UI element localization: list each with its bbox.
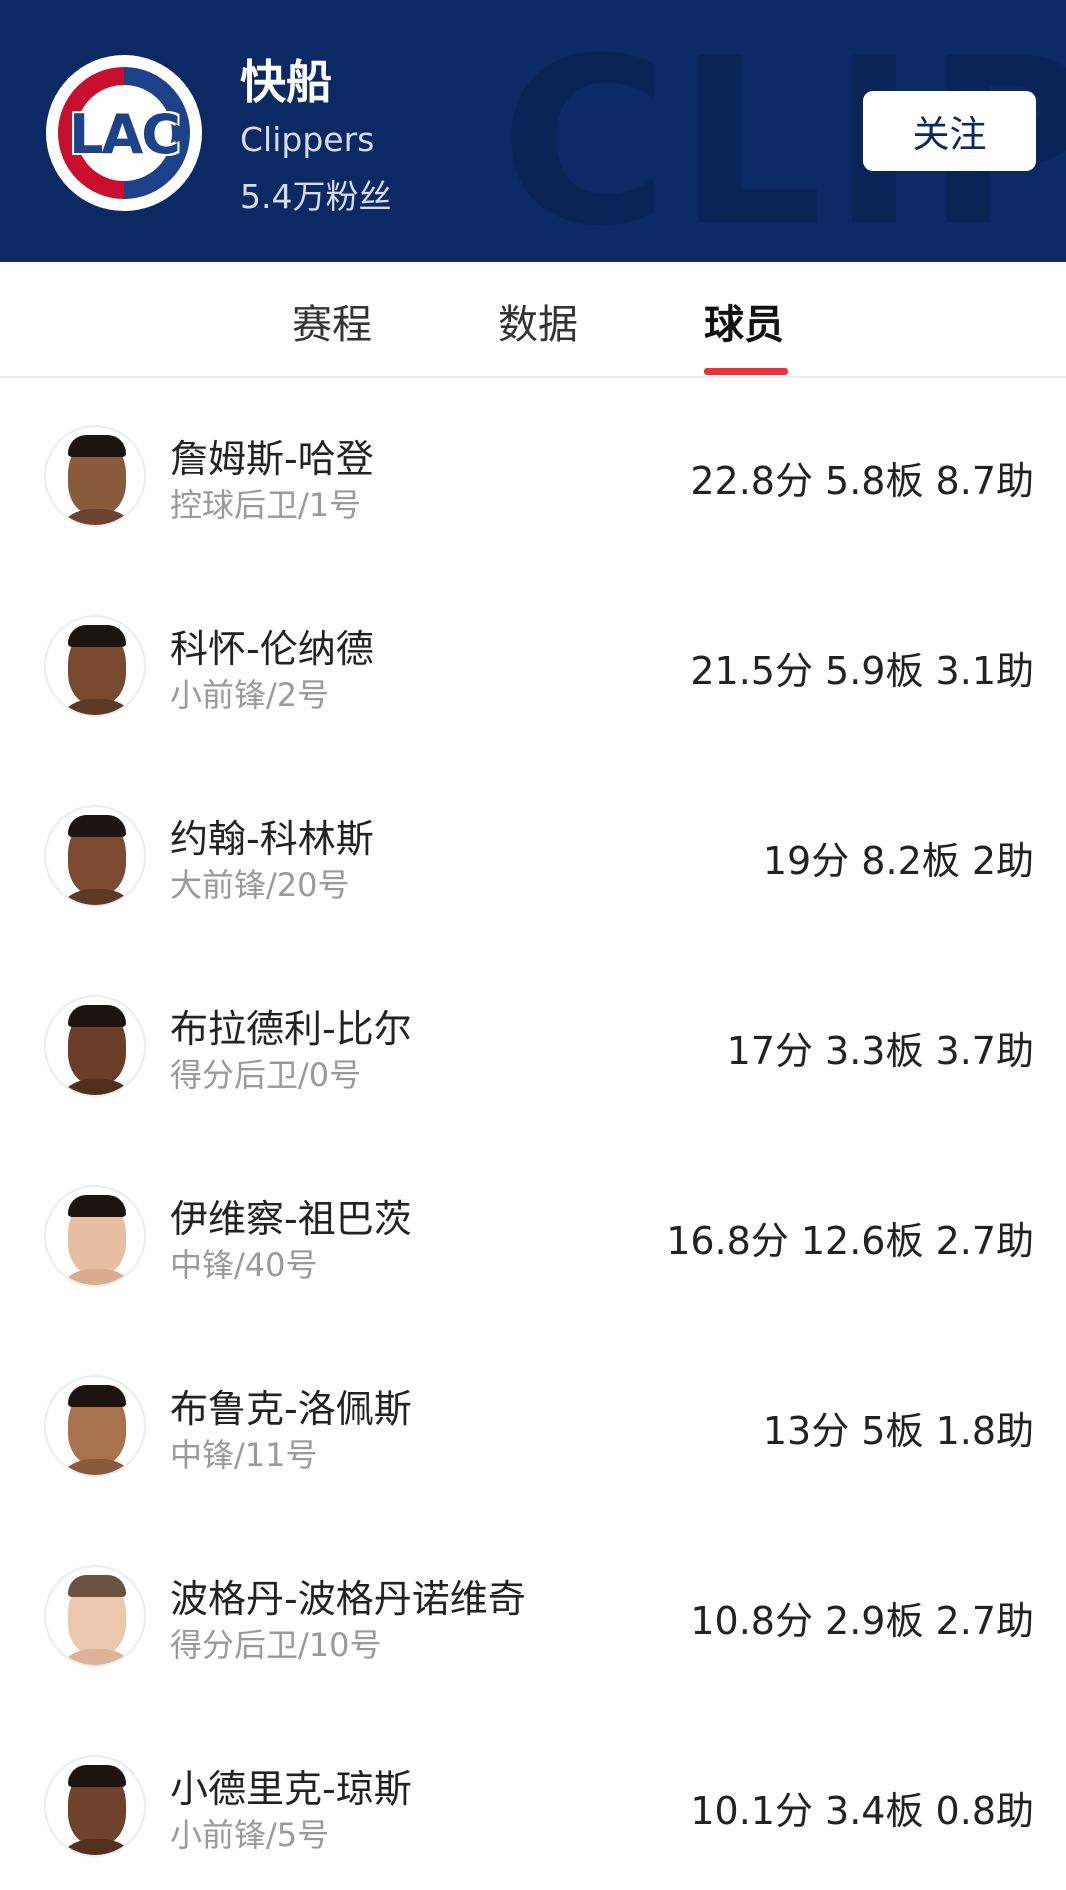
player-position: 得分后卫/10号 [170,1626,382,1664]
tab-schedule[interactable]: 赛程 [292,292,372,350]
player-name: 布拉德利-比尔 [170,1007,412,1051]
player-name: 小德里克-琼斯 [170,1767,412,1811]
player-avatar-icon [44,1375,146,1477]
player-row[interactable]: 科怀-伦纳德 小前锋/2号 21.5分 5.9板 3.1助 [0,570,1066,760]
player-row[interactable]: 小德里克-琼斯 小前锋/5号 10.1分 3.4板 0.8助 [0,1710,1066,1890]
team-name: 快船 [240,55,332,109]
player-stats: 13分 5板 1.8助 [762,1409,1034,1453]
tab-bar: 赛程 数据 球员 [0,262,1066,378]
player-stats: 17分 3.3板 3.7助 [726,1029,1034,1073]
player-avatar-icon [44,1185,146,1287]
player-name: 詹姆斯-哈登 [170,437,374,481]
player-name: 伊维察-祖巴茨 [170,1197,412,1241]
logo-text: LAC [69,103,181,166]
player-row[interactable]: 伊维察-祖巴茨 中锋/40号 16.8分 12.6板 2.7助 [0,1140,1066,1330]
player-position: 得分后卫/0号 [170,1056,362,1094]
team-english-name: Clippers [240,120,375,159]
tab-players[interactable]: 球员 [704,292,784,350]
player-name: 约翰-科林斯 [170,817,374,861]
player-stats: 16.8分 12.6板 2.7助 [666,1219,1034,1263]
team-header: CLIPPE LAC 快船 Clippers 5.4万粉丝 关注 [0,0,1066,262]
fan-count: 5.4万粉丝 [240,177,392,216]
player-stats: 22.8分 5.8板 8.7助 [690,459,1034,503]
player-position: 中锋/40号 [170,1246,318,1284]
player-avatar-icon [44,1565,146,1667]
player-avatar-icon [44,615,146,717]
player-position: 小前锋/2号 [170,676,330,714]
player-avatar-icon [44,1755,146,1857]
player-stats: 19分 8.2板 2助 [762,839,1034,883]
player-avatar-icon [44,995,146,1097]
player-name: 波格丹-波格丹诺维奇 [170,1577,526,1621]
player-position: 控球后卫/1号 [170,486,362,524]
player-stats: 21.5分 5.9板 3.1助 [690,649,1034,693]
player-name: 科怀-伦纳德 [170,627,374,671]
player-avatar-icon [44,425,146,527]
player-row[interactable]: 布鲁克-洛佩斯 中锋/11号 13分 5板 1.8助 [0,1330,1066,1520]
player-stats: 10.1分 3.4板 0.8助 [690,1789,1034,1833]
tab-stats[interactable]: 数据 [498,292,578,350]
player-stats: 10.8分 2.9板 2.7助 [690,1599,1034,1643]
player-row[interactable]: 布拉德利-比尔 得分后卫/0号 17分 3.3板 3.7助 [0,950,1066,1140]
player-row[interactable]: 约翰-科林斯 大前锋/20号 19分 8.2板 2助 [0,760,1066,950]
player-row[interactable]: 詹姆斯-哈登 控球后卫/1号 22.8分 5.8板 8.7助 [0,380,1066,570]
player-position: 中锋/11号 [170,1436,318,1474]
player-row[interactable]: 波格丹-波格丹诺维奇 得分后卫/10号 10.8分 2.9板 2.7助 [0,1520,1066,1710]
player-name: 布鲁克-洛佩斯 [170,1387,412,1431]
follow-button[interactable]: 关注 [863,91,1036,171]
team-logo: LAC [46,55,202,211]
player-position: 小前锋/5号 [170,1816,330,1854]
player-avatar-icon [44,805,146,907]
active-tab-indicator [704,368,788,375]
player-position: 大前锋/20号 [170,866,350,904]
